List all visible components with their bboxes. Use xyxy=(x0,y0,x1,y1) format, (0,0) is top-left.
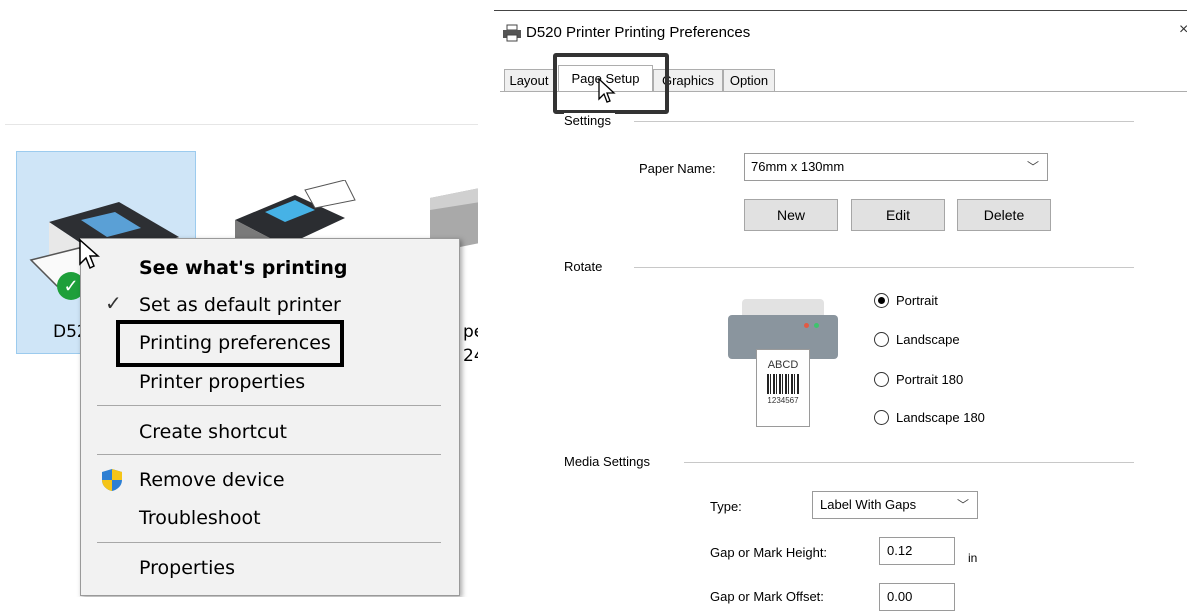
delete-button[interactable]: Delete xyxy=(957,199,1051,231)
settings-group-line xyxy=(634,121,1134,122)
settings-group-label: Settings xyxy=(564,113,615,128)
gap-height-label: Gap or Mark Height: xyxy=(710,545,828,560)
dialog-title: D520 Printer Printing Preferences xyxy=(526,24,751,41)
shield-icon xyxy=(102,469,122,491)
type-label: Type: xyxy=(710,499,742,514)
edit-button[interactable]: Edit xyxy=(851,199,945,231)
rotate-preview: ABCD 1234567 xyxy=(728,299,838,439)
media-group-label: Media Settings xyxy=(564,454,654,469)
preview-number: 1234567 xyxy=(767,396,799,405)
rotate-group-label: Rotate xyxy=(564,259,607,274)
menu-item-see-whats-printing[interactable]: See what's printing xyxy=(139,257,348,279)
menu-item-remove-device[interactable]: Remove device xyxy=(139,469,285,491)
radio-landscape-label: Landscape xyxy=(896,332,960,347)
mouse-cursor-icon xyxy=(598,77,616,103)
menu-separator xyxy=(97,454,441,455)
type-value: Label With Gaps xyxy=(820,497,917,512)
tab-layout[interactable]: Layout xyxy=(504,69,554,91)
close-button[interactable]: × xyxy=(1179,21,1187,39)
menu-item-set-default[interactable]: Set as default printer xyxy=(139,294,341,316)
chevron-down-icon: ﹀ xyxy=(1026,160,1039,174)
radio-portrait-180[interactable] xyxy=(874,372,889,387)
context-menu: See what's printing ✓ Set as default pri… xyxy=(80,238,460,596)
gap-height-unit: in xyxy=(968,551,978,565)
preview-text: ABCD xyxy=(767,359,799,371)
menu-separator xyxy=(97,542,441,543)
menu-item-create-shortcut[interactable]: Create shortcut xyxy=(139,421,287,443)
check-icon: ✓ xyxy=(105,291,122,315)
panel-divider xyxy=(5,124,478,125)
radio-landscape-180-label: Landscape 180 xyxy=(896,410,985,425)
paper-name-value: 76mm x 130mm xyxy=(751,159,845,174)
radio-portrait-180-label: Portrait 180 xyxy=(896,372,964,387)
fax-label-partial-2: 24 xyxy=(463,346,478,366)
printing-preferences-dialog: D520 Printer Printing Preferences × Layo… xyxy=(494,10,1187,611)
menu-separator xyxy=(97,405,441,406)
radio-landscape[interactable] xyxy=(874,332,889,347)
radio-portrait-label: Portrait xyxy=(896,293,938,308)
mouse-cursor-icon xyxy=(79,238,100,270)
type-select[interactable]: Label With Gaps ﹀ xyxy=(812,491,978,519)
radio-portrait[interactable] xyxy=(874,293,889,308)
printer-title-icon xyxy=(503,24,521,42)
menu-item-properties[interactable]: Properties xyxy=(139,557,235,579)
barcode-icon xyxy=(767,374,799,394)
devices-panel: ✓ D52 pe 24 See what's printing ✓ Set as… xyxy=(0,0,478,597)
highlight-box-printing-preferences xyxy=(116,320,344,367)
menu-item-printer-properties[interactable]: Printer properties xyxy=(139,371,305,393)
radio-landscape-180[interactable] xyxy=(874,410,889,425)
new-button[interactable]: New xyxy=(744,199,838,231)
paper-name-label: Paper Name: xyxy=(639,161,716,176)
media-group-line xyxy=(684,462,1134,463)
gap-offset-input[interactable]: 0.00 xyxy=(879,583,955,611)
fax-label-partial: pe xyxy=(463,322,478,342)
tab-option[interactable]: Option xyxy=(723,69,775,91)
menu-item-troubleshoot[interactable]: Troubleshoot xyxy=(139,507,261,529)
paper-name-select[interactable]: 76mm x 130mm ﹀ xyxy=(744,153,1048,181)
gap-height-input[interactable]: 0.12 xyxy=(879,537,955,565)
rotate-group-line xyxy=(634,267,1134,268)
chevron-down-icon: ﹀ xyxy=(956,498,969,512)
